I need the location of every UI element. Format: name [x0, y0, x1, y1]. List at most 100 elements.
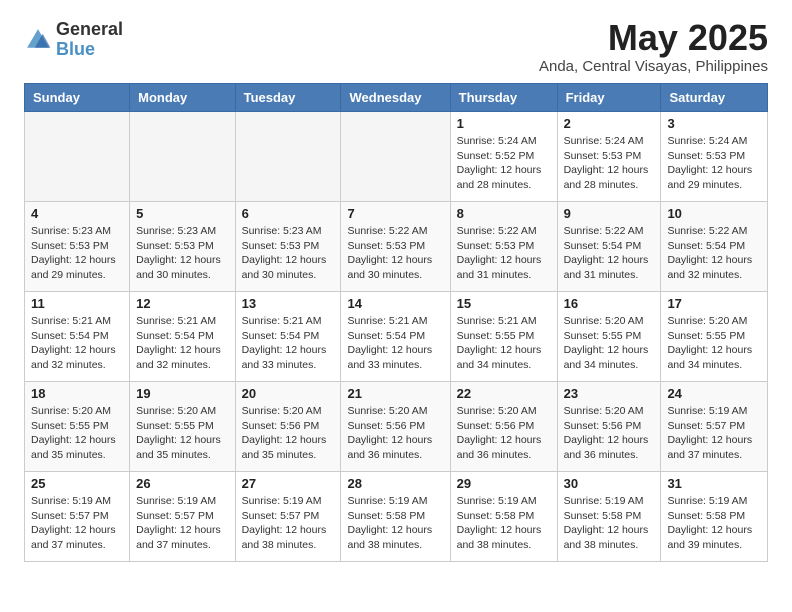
logo-blue: Blue [56, 39, 95, 59]
day-number: 20 [242, 386, 335, 401]
calendar-header-sunday: Sunday [25, 84, 130, 112]
day-info: Sunrise: 5:21 AM Sunset: 5:54 PM Dayligh… [242, 314, 335, 373]
week-row-3: 11 Sunrise: 5:21 AM Sunset: 5:54 PM Dayli… [25, 292, 768, 382]
logo-icon [24, 26, 52, 54]
day-info: Sunrise: 5:21 AM Sunset: 5:54 PM Dayligh… [136, 314, 228, 373]
calendar-cell: 17 Sunrise: 5:20 AM Sunset: 5:55 PM Dayli… [661, 292, 768, 382]
header: General Blue May 2025 Anda, Central Visa… [24, 20, 768, 75]
calendar-cell [235, 112, 341, 202]
week-row-5: 25 Sunrise: 5:19 AM Sunset: 5:57 PM Dayli… [25, 472, 768, 562]
day-number: 11 [31, 296, 123, 311]
calendar-cell: 12 Sunrise: 5:21 AM Sunset: 5:54 PM Dayli… [130, 292, 235, 382]
calendar-cell: 15 Sunrise: 5:21 AM Sunset: 5:55 PM Dayli… [450, 292, 557, 382]
calendar-cell [130, 112, 235, 202]
day-number: 12 [136, 296, 228, 311]
day-info: Sunrise: 5:19 AM Sunset: 5:57 PM Dayligh… [667, 404, 761, 463]
day-number: 8 [457, 206, 551, 221]
day-number: 7 [347, 206, 443, 221]
calendar-header-wednesday: Wednesday [341, 84, 450, 112]
calendar-cell: 2 Sunrise: 5:24 AM Sunset: 5:53 PM Daylig… [557, 112, 661, 202]
calendar-cell: 3 Sunrise: 5:24 AM Sunset: 5:53 PM Daylig… [661, 112, 768, 202]
day-number: 5 [136, 206, 228, 221]
logo: General Blue [24, 20, 123, 60]
calendar-cell: 10 Sunrise: 5:22 AM Sunset: 5:54 PM Dayli… [661, 202, 768, 292]
day-number: 14 [347, 296, 443, 311]
logo-general: General [56, 19, 123, 39]
calendar-cell: 19 Sunrise: 5:20 AM Sunset: 5:55 PM Dayli… [130, 382, 235, 472]
calendar-cell: 23 Sunrise: 5:20 AM Sunset: 5:56 PM Dayli… [557, 382, 661, 472]
calendar-cell: 27 Sunrise: 5:19 AM Sunset: 5:57 PM Dayli… [235, 472, 341, 562]
day-number: 1 [457, 116, 551, 131]
day-info: Sunrise: 5:20 AM Sunset: 5:55 PM Dayligh… [564, 314, 655, 373]
day-info: Sunrise: 5:21 AM Sunset: 5:54 PM Dayligh… [31, 314, 123, 373]
calendar-cell: 31 Sunrise: 5:19 AM Sunset: 5:58 PM Dayli… [661, 472, 768, 562]
calendar-cell: 18 Sunrise: 5:20 AM Sunset: 5:55 PM Dayli… [25, 382, 130, 472]
calendar-cell: 8 Sunrise: 5:22 AM Sunset: 5:53 PM Daylig… [450, 202, 557, 292]
calendar-cell: 22Sunrise: 5:20 AM Sunset: 5:56 PM Dayli… [450, 382, 557, 472]
day-info: Sunrise: 5:24 AM Sunset: 5:53 PM Dayligh… [667, 134, 761, 193]
day-number: 23 [564, 386, 655, 401]
day-number: 31 [667, 476, 761, 491]
day-info: Sunrise: 5:23 AM Sunset: 5:53 PM Dayligh… [31, 224, 123, 283]
day-number: 18 [31, 386, 123, 401]
day-info: Sunrise: 5:22 AM Sunset: 5:54 PM Dayligh… [564, 224, 655, 283]
day-number: 10 [667, 206, 761, 221]
calendar-header-thursday: Thursday [450, 84, 557, 112]
day-info: Sunrise: 5:20 AM Sunset: 5:55 PM Dayligh… [136, 404, 228, 463]
calendar-cell: 9Sunrise: 5:22 AM Sunset: 5:54 PM Daylig… [557, 202, 661, 292]
calendar-cell: 11 Sunrise: 5:21 AM Sunset: 5:54 PM Dayli… [25, 292, 130, 382]
calendar-header-friday: Friday [557, 84, 661, 112]
day-number: 15 [457, 296, 551, 311]
calendar-cell: 29Sunrise: 5:19 AM Sunset: 5:58 PM Dayli… [450, 472, 557, 562]
calendar-cell: 7 Sunrise: 5:22 AM Sunset: 5:53 PM Daylig… [341, 202, 450, 292]
calendar-header-monday: Monday [130, 84, 235, 112]
day-number: 27 [242, 476, 335, 491]
calendar-header-saturday: Saturday [661, 84, 768, 112]
day-info: Sunrise: 5:19 AM Sunset: 5:57 PM Dayligh… [242, 494, 335, 553]
day-info: Sunrise: 5:20 AM Sunset: 5:55 PM Dayligh… [667, 314, 761, 373]
calendar-cell: 4 Sunrise: 5:23 AM Sunset: 5:53 PM Daylig… [25, 202, 130, 292]
day-info: Sunrise: 5:19 AM Sunset: 5:57 PM Dayligh… [31, 494, 123, 553]
day-number: 22 [457, 386, 551, 401]
day-info: Sunrise: 5:20 AM Sunset: 5:56 PM Dayligh… [564, 404, 655, 463]
calendar-cell: 16 Sunrise: 5:20 AM Sunset: 5:55 PM Dayli… [557, 292, 661, 382]
day-info: Sunrise: 5:20 AM Sunset: 5:56 PM Dayligh… [242, 404, 335, 463]
logo-text: General Blue [56, 20, 123, 60]
day-info: Sunrise: 5:22 AM Sunset: 5:53 PM Dayligh… [457, 224, 551, 283]
calendar-cell [25, 112, 130, 202]
day-number: 19 [136, 386, 228, 401]
day-info: Sunrise: 5:19 AM Sunset: 5:58 PM Dayligh… [667, 494, 761, 553]
calendar: SundayMondayTuesdayWednesdayThursdayFrid… [24, 83, 768, 562]
calendar-header-tuesday: Tuesday [235, 84, 341, 112]
calendar-cell: 24 Sunrise: 5:19 AM Sunset: 5:57 PM Dayli… [661, 382, 768, 472]
day-number: 30 [564, 476, 655, 491]
calendar-cell [341, 112, 450, 202]
day-number: 3 [667, 116, 761, 131]
title-section: May 2025 Anda, Central Visayas, Philippi… [539, 20, 768, 75]
calendar-cell: 30Sunrise: 5:19 AM Sunset: 5:58 PM Dayli… [557, 472, 661, 562]
day-info: Sunrise: 5:24 AM Sunset: 5:53 PM Dayligh… [564, 134, 655, 193]
day-number: 21 [347, 386, 443, 401]
day-number: 6 [242, 206, 335, 221]
calendar-cell: 1Sunrise: 5:24 AM Sunset: 5:52 PM Daylig… [450, 112, 557, 202]
calendar-cell: 13Sunrise: 5:21 AM Sunset: 5:54 PM Dayli… [235, 292, 341, 382]
day-info: Sunrise: 5:20 AM Sunset: 5:55 PM Dayligh… [31, 404, 123, 463]
calendar-cell: 26Sunrise: 5:19 AM Sunset: 5:57 PM Dayli… [130, 472, 235, 562]
calendar-cell: 25 Sunrise: 5:19 AM Sunset: 5:57 PM Dayli… [25, 472, 130, 562]
calendar-cell: 14Sunrise: 5:21 AM Sunset: 5:54 PM Dayli… [341, 292, 450, 382]
day-number: 24 [667, 386, 761, 401]
location: Anda, Central Visayas, Philippines [539, 58, 768, 75]
day-number: 4 [31, 206, 123, 221]
week-row-2: 4 Sunrise: 5:23 AM Sunset: 5:53 PM Daylig… [25, 202, 768, 292]
day-number: 17 [667, 296, 761, 311]
page: General Blue May 2025 Anda, Central Visa… [0, 0, 792, 578]
day-info: Sunrise: 5:22 AM Sunset: 5:53 PM Dayligh… [347, 224, 443, 283]
calendar-cell: 28Sunrise: 5:19 AM Sunset: 5:58 PM Dayli… [341, 472, 450, 562]
day-info: Sunrise: 5:22 AM Sunset: 5:54 PM Dayligh… [667, 224, 761, 283]
day-number: 16 [564, 296, 655, 311]
day-number: 2 [564, 116, 655, 131]
day-number: 25 [31, 476, 123, 491]
day-info: Sunrise: 5:21 AM Sunset: 5:55 PM Dayligh… [457, 314, 551, 373]
calendar-header-row: SundayMondayTuesdayWednesdayThursdayFrid… [25, 84, 768, 112]
day-info: Sunrise: 5:20 AM Sunset: 5:56 PM Dayligh… [347, 404, 443, 463]
